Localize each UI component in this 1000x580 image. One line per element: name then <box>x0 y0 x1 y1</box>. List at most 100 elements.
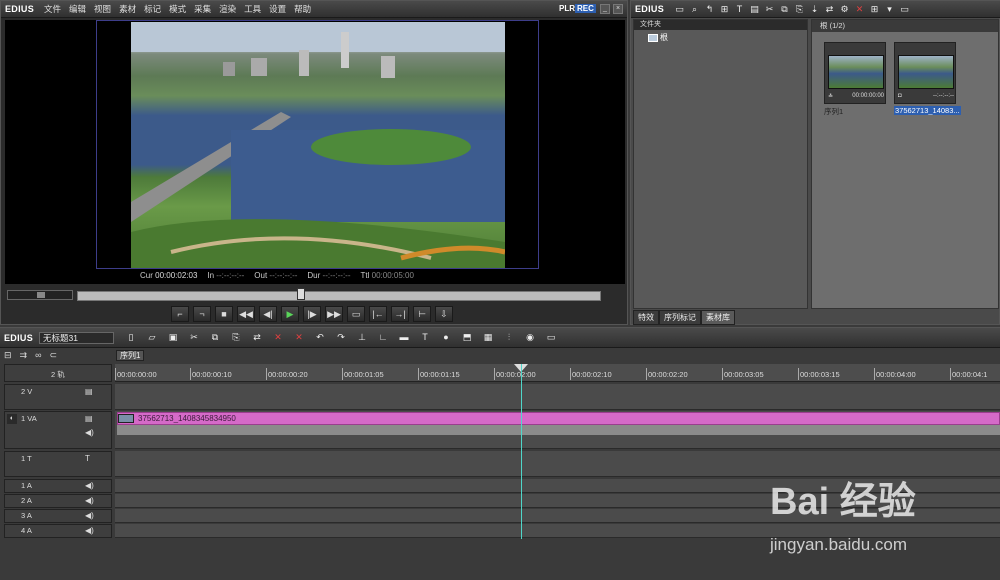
up-folder-icon[interactable]: ↰ <box>704 4 715 15</box>
snap-icon[interactable]: ⊥ <box>355 331 369 344</box>
shuttle-thumb[interactable] <box>37 292 45 298</box>
cut-icon[interactable]: ✂ <box>187 331 201 344</box>
track-header-1t[interactable]: 1 T T <box>4 451 112 477</box>
link-icon[interactable]: ∟ <box>376 331 390 344</box>
color-bar-icon[interactable]: ▤ <box>749 4 760 15</box>
audio-icon[interactable]: ◀) <box>85 481 94 490</box>
playhead-line[interactable] <box>521 364 522 539</box>
link-icon[interactable]: ∞ <box>35 350 41 361</box>
audio-icon[interactable]: ◀) <box>85 496 94 505</box>
paste-icon[interactable]: ⎘ <box>794 4 805 15</box>
step-back-button[interactable]: ◀| <box>259 306 277 322</box>
track-header-1va[interactable]: ◐ 1 VA ▤ ◀) <box>4 411 112 449</box>
close-icon[interactable]: × <box>613 4 623 14</box>
tab-sequence-markers[interactable]: 序列标记 <box>659 310 701 325</box>
tab-effects[interactable]: 特效 <box>633 310 659 325</box>
mode-icon[interactable]: ⊟ <box>4 350 12 361</box>
clip-label[interactable]: 序列1 <box>824 106 843 117</box>
track-header-3a[interactable]: 3 A ◀) <box>4 509 112 523</box>
track-header-1a[interactable]: 1 A ◀) <box>4 479 112 493</box>
clip-thumbnail[interactable]: ◘ --:--:--:-- <box>894 42 956 104</box>
position-handle[interactable] <box>297 288 305 300</box>
more-icon[interactable]: ▾ <box>884 4 895 15</box>
step-forward-button[interactable]: |▶ <box>303 306 321 322</box>
clip-thumbnail[interactable]: ≛ 00:00:00:00 <box>824 42 886 104</box>
rewind-button[interactable]: ◀◀ <box>237 306 255 322</box>
tab-asset-library[interactable]: 素材库 <box>701 310 735 325</box>
loop-button[interactable]: ▭ <box>347 306 365 322</box>
cut-icon[interactable]: ✂ <box>764 4 775 15</box>
menu-edit[interactable]: 编辑 <box>65 3 90 15</box>
sync-lock-icon[interactable]: ◐ <box>7 414 17 424</box>
delete-icon[interactable]: ✕ <box>854 4 865 15</box>
overwrite-button[interactable]: →| <box>391 306 409 322</box>
menu-settings[interactable]: 设置 <box>265 3 290 15</box>
menu-help[interactable]: 帮助 <box>290 3 315 15</box>
ripple-delete-icon[interactable]: ✕ <box>292 331 306 344</box>
add-to-timeline-icon[interactable]: ⇣ <box>809 4 820 15</box>
track-header-2a[interactable]: 2 A ◀) <box>4 494 112 508</box>
menu-tools[interactable]: 工具 <box>240 3 265 15</box>
view-mode-icon[interactable]: ⊞ <box>869 4 880 15</box>
fast-forward-button[interactable]: ▶▶ <box>325 306 343 322</box>
set-in-out-button[interactable]: ⊢ <box>413 306 431 322</box>
insert-button[interactable]: |← <box>369 306 387 322</box>
menu-view[interactable]: 视图 <box>90 3 115 15</box>
replace-icon[interactable]: ⇄ <box>250 331 264 344</box>
position-bar[interactable] <box>77 291 601 301</box>
record-icon[interactable]: ◉ <box>523 331 537 344</box>
rec-toggle[interactable]: REC <box>575 4 596 13</box>
delete-icon[interactable]: ✕ <box>271 331 285 344</box>
group-icon[interactable]: ⊂ <box>50 350 58 361</box>
menu-file[interactable]: 文件 <box>40 3 65 15</box>
render-icon[interactable]: ⬒ <box>460 331 474 344</box>
microphone-icon[interactable]: ● <box>439 331 453 344</box>
root-folder[interactable]: 根 <box>648 32 668 43</box>
undo-icon[interactable]: ↶ <box>313 331 327 344</box>
save-icon[interactable]: ▣ <box>166 331 180 344</box>
open-icon[interactable]: ▱ <box>145 331 159 344</box>
timeline-clip-audio[interactable] <box>117 425 1000 435</box>
minimize-icon[interactable]: _ <box>600 4 610 14</box>
menu-clip[interactable]: 素材 <box>115 3 140 15</box>
mark-in-button[interactable]: ⌐ <box>171 306 189 322</box>
time-ruler[interactable]: 00:00:00:00 00:00:00:10 00:00:00:20 00:0… <box>115 364 1000 382</box>
audio-icon[interactable]: ◀) <box>85 526 94 535</box>
mark-out-button[interactable]: ¬ <box>193 306 211 322</box>
menu-render[interactable]: 渲染 <box>215 3 240 15</box>
menu-mode[interactable]: 模式 <box>165 3 190 15</box>
sequence-tab[interactable]: 序列1 <box>116 350 145 361</box>
track-lane-2v[interactable] <box>115 384 1000 410</box>
play-button[interactable]: ▶ <box>281 306 299 322</box>
marker-icon[interactable]: ▬ <box>397 331 411 344</box>
properties-icon[interactable]: ⚙ <box>839 4 850 15</box>
search-icon[interactable]: ⌕ <box>689 4 700 15</box>
audio-icon[interactable]: ◀) <box>85 511 94 520</box>
mixer-icon[interactable]: ⫶ <box>502 331 516 344</box>
replace-icon[interactable]: ⇄ <box>824 4 835 15</box>
folder-icon[interactable]: ▭ <box>674 4 685 15</box>
ruler-tick: 00:00:01:05 <box>342 368 384 380</box>
paste-icon[interactable]: ⎘ <box>229 331 243 344</box>
audio-icon[interactable]: ◀) <box>85 428 94 437</box>
track-header-2v[interactable]: 2 V ▤ <box>4 384 112 410</box>
sync-icon[interactable]: ⇉ <box>20 350 28 361</box>
window-icon[interactable]: ▭ <box>899 4 910 15</box>
stop-button[interactable]: ■ <box>215 306 233 322</box>
redo-icon[interactable]: ↷ <box>334 331 348 344</box>
copy-icon[interactable]: ⧉ <box>208 331 222 344</box>
new-icon[interactable]: ▯ <box>124 331 138 344</box>
menu-capture[interactable]: 采集 <box>190 3 215 15</box>
menu-marker[interactable]: 标记 <box>140 3 165 15</box>
plr-toggle[interactable]: PLR <box>559 4 575 13</box>
window-icon[interactable]: ▭ <box>544 331 558 344</box>
clip-label[interactable]: 37562713_14083... <box>894 106 961 115</box>
track-header-4a[interactable]: 4 A ◀) <box>4 524 112 538</box>
export-button[interactable]: ⇩ <box>435 306 453 322</box>
title-icon[interactable]: T <box>418 331 432 344</box>
copy-icon[interactable]: ⧉ <box>779 4 790 15</box>
list-icon[interactable]: ▦ <box>481 331 495 344</box>
add-clip-icon[interactable]: ⊞ <box>719 4 730 15</box>
title-icon[interactable]: T <box>734 4 745 15</box>
timeline-clip[interactable]: 37562713_1408345834950 <box>117 412 1000 425</box>
